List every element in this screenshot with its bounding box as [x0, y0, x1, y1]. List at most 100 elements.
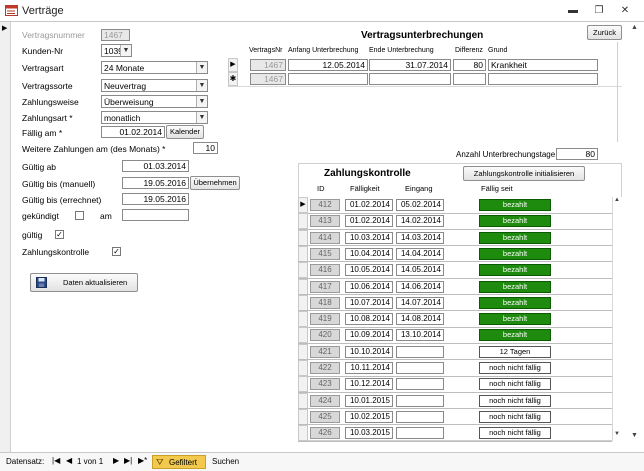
table-row[interactable]: 423 10.12.2014 noch nicht fällig [298, 376, 614, 393]
record-position[interactable]: 1 von 1 [77, 457, 103, 466]
table-row[interactable]: 413 01.02.2014 14.02.2014 bezahlt [298, 213, 614, 230]
zk-faelligkeit[interactable]: 10.12.2014 [345, 378, 393, 391]
row-selector[interactable] [298, 327, 308, 344]
minimize-icon[interactable]: ▬ [566, 5, 580, 16]
zk-eingang[interactable] [396, 427, 444, 440]
table-row[interactable]: 420 10.09.2014 13.10.2014 bezahlt [298, 327, 614, 344]
row-selector-icon[interactable]: ▶ [228, 58, 238, 72]
table-row[interactable]: 417 10.06.2014 14.06.2014 bezahlt [298, 278, 614, 295]
scroll-up-icon[interactable]: ▲ [614, 197, 620, 203]
unterbrechung-ende-new[interactable] [369, 73, 451, 85]
vertragssorte-combo[interactable]: Neuvertrag ▼ [101, 79, 208, 92]
zk-eingang[interactable]: 05.02.2014 [396, 199, 444, 211]
scroll-down-icon[interactable]: ▼ [631, 432, 638, 439]
zk-eingang[interactable] [396, 394, 444, 407]
unterbrechung-anfang-new[interactable] [288, 73, 368, 85]
gekuendigt-checkbox[interactable] [75, 211, 84, 220]
table-row[interactable]: 418 10.07.2014 14.07.2014 bezahlt [298, 294, 614, 311]
back-button[interactable]: Zurück [587, 25, 622, 40]
zk-scrollbar[interactable]: ▲ ▼ [612, 197, 622, 441]
daten-aktualisieren-button[interactable]: Daten aktualisieren [30, 273, 138, 292]
zk-eingang[interactable]: 14.04.2014 [396, 247, 444, 260]
last-record-icon[interactable]: ▶| [124, 456, 132, 465]
table-row[interactable]: 415 10.04.2014 14.04.2014 bezahlt [298, 245, 614, 262]
uebernehmen-button[interactable]: Übernehmen [190, 176, 240, 190]
row-selector[interactable] [298, 278, 308, 295]
row-selector[interactable] [298, 229, 308, 246]
zk-eingang[interactable] [396, 345, 444, 358]
new-record-icon[interactable]: ▶* [138, 456, 147, 465]
zahlungsweise-combo[interactable]: Überweisung ▼ [101, 95, 208, 108]
main-scrollbar[interactable]: ▲ ▼ [627, 22, 644, 452]
restore-icon[interactable]: ❐ [592, 5, 606, 16]
row-selector[interactable] [298, 245, 308, 262]
row-selector[interactable] [298, 376, 308, 393]
zk-faelligkeit[interactable]: 10.01.2015 [345, 394, 393, 407]
chevron-down-icon[interactable]: ▼ [196, 80, 207, 91]
table-row[interactable]: 414 10.03.2014 14.03.2014 bezahlt [298, 229, 614, 246]
row-selector[interactable] [298, 294, 308, 311]
zk-eingang[interactable]: 14.05.2014 [396, 264, 444, 277]
unterbrechung-grund-new[interactable] [488, 73, 598, 85]
zk-eingang[interactable]: 14.06.2014 [396, 280, 444, 293]
zahlungskontrolle-checkbox[interactable]: ✓ [112, 247, 121, 256]
zk-faelligkeit[interactable]: 10.09.2014 [345, 329, 393, 342]
zk-faelligkeit[interactable]: 01.02.2014 [345, 199, 393, 211]
table-row[interactable]: 416 10.05.2014 14.05.2014 bezahlt [298, 262, 614, 279]
table-row[interactable]: 419 10.08.2014 14.08.2014 bezahlt [298, 311, 614, 328]
gueltig-bis-errechnet-field[interactable]: 19.05.2016 [122, 193, 189, 205]
kunden-nr-combo[interactable]: 1039 ▼ [101, 44, 132, 57]
search-input[interactable]: Suchen [212, 457, 239, 466]
zk-faelligkeit[interactable]: 10.10.2014 [345, 345, 393, 358]
table-row[interactable]: 421 10.10.2014 12 Tagen [298, 343, 614, 360]
table-row[interactable]: 426 10.03.2015 noch nicht fällig [298, 425, 614, 442]
zk-eingang[interactable]: 14.08.2014 [396, 313, 444, 326]
zk-eingang[interactable] [396, 410, 444, 423]
zk-faelligkeit[interactable]: 10.07.2014 [345, 296, 393, 309]
unterbrechung-ende[interactable]: 31.07.2014 [369, 59, 451, 71]
row-selector[interactable] [298, 213, 308, 230]
row-selector[interactable] [298, 392, 308, 409]
scroll-up-icon[interactable]: ▲ [631, 24, 638, 31]
unterbrechung-anfang[interactable]: 12.05.2014 [288, 59, 368, 71]
row-selector[interactable] [298, 360, 308, 376]
zk-faelligkeit[interactable]: 10.06.2014 [345, 280, 393, 293]
zk-faelligkeit[interactable]: 01.02.2014 [345, 215, 393, 228]
chevron-down-icon[interactable]: ▼ [196, 112, 207, 123]
zk-faelligkeit[interactable]: 10.04.2014 [345, 247, 393, 260]
row-selector[interactable] [298, 425, 308, 442]
new-row-icon[interactable]: ✱ [228, 72, 238, 86]
first-record-icon[interactable]: |◀ [52, 456, 60, 465]
zk-eingang[interactable] [396, 362, 444, 374]
zk-eingang[interactable]: 14.02.2014 [396, 215, 444, 228]
gekuendigt-am-field[interactable] [122, 209, 189, 221]
zahlungskontrolle-init-button[interactable]: Zahlungskontrolle initialisieren [463, 166, 585, 181]
zahlungsart-combo[interactable]: monatlich ▼ [101, 111, 208, 124]
zk-eingang[interactable]: 14.07.2014 [396, 296, 444, 309]
prev-record-icon[interactable]: ◀ [66, 456, 72, 465]
zk-eingang[interactable] [396, 378, 444, 391]
zk-eingang[interactable]: 14.03.2014 [396, 231, 444, 244]
row-selector[interactable] [298, 408, 308, 425]
zk-faelligkeit[interactable]: 10.11.2014 [345, 362, 393, 374]
subform-scrollbar[interactable] [617, 42, 618, 142]
row-selector[interactable] [298, 311, 308, 328]
zk-faelligkeit[interactable]: 10.08.2014 [345, 313, 393, 326]
zk-eingang[interactable]: 13.10.2014 [396, 329, 444, 342]
gueltig-bis-manuell-field[interactable]: 19.05.2016 [122, 177, 189, 189]
row-selector[interactable] [298, 262, 308, 279]
table-row[interactable]: 422 10.11.2014 noch nicht fällig [298, 360, 614, 376]
zk-faelligkeit[interactable]: 10.05.2014 [345, 264, 393, 277]
table-row[interactable]: 424 10.01.2015 noch nicht fällig [298, 392, 614, 409]
table-row[interactable]: 425 10.02.2015 noch nicht fällig [298, 408, 614, 425]
vertragsart-combo[interactable]: 24 Monate ▼ [101, 61, 208, 74]
gueltig-checkbox[interactable]: ✓ [55, 230, 64, 239]
row-selector[interactable] [298, 343, 308, 360]
zk-faelligkeit[interactable]: 10.03.2014 [345, 231, 393, 244]
kalender-button[interactable]: Kalender [166, 125, 204, 139]
record-selector-bar[interactable]: ▶ [0, 22, 11, 452]
unterbrechung-grund[interactable]: Krankheit [488, 59, 598, 71]
next-record-icon[interactable]: ▶ [113, 456, 119, 465]
row-selector[interactable]: ▶ [298, 197, 308, 213]
scroll-down-icon[interactable]: ▼ [614, 431, 620, 437]
